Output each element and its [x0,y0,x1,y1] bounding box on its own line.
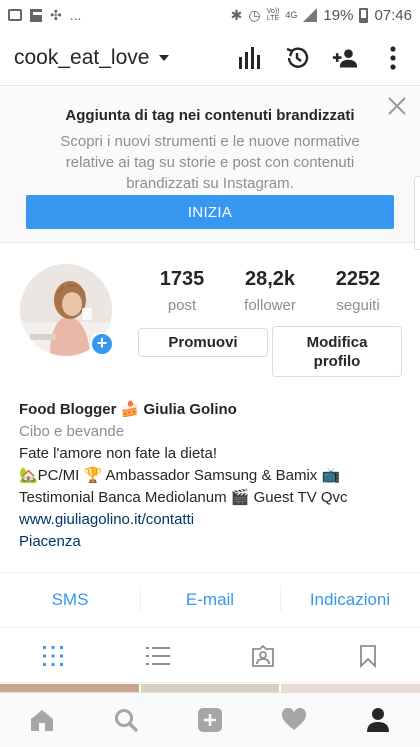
nav-home[interactable] [0,693,84,747]
bottom-navigation [0,692,420,747]
profile-view-tabs [0,629,420,683]
status-more-notifications: ... [69,7,82,23]
status-bar: ✣ ... ✱ ◷ Vo)) LTE 4G 19% 07:46 [0,0,420,30]
followers-count[interactable]: 28,2k follower [226,268,314,314]
history-icon[interactable] [284,45,310,71]
bookmark-icon [359,644,376,668]
grid-icon [42,645,63,666]
start-button[interactable]: INIZIA [26,195,394,229]
tab-grid[interactable] [0,629,105,683]
search-icon [115,709,138,732]
contact-options: SMS E-mail Indicazioni [0,572,420,628]
nav-search[interactable] [84,693,168,747]
bluetooth-icon: ✱ [230,6,243,23]
volte-indicator: Vo)) LTE [266,8,280,22]
email-button[interactable]: E-mail [140,586,280,612]
posts-count[interactable]: 1735 post [138,268,226,314]
website-link[interactable]: www.giuliagolino.it/contatti [19,509,409,531]
tagged-photos-icon [251,644,274,667]
profile-display-name: Food Blogger 🍰 Giulia Golino [19,401,237,418]
add-post-icon [198,708,222,732]
pinwheel-notification-icon: ✣ [50,6,62,23]
promote-button[interactable]: Promuovi [138,328,268,357]
banner-title: Aggiunta di tag nei contenuti brandizzat… [65,107,355,124]
banner-description: Scopri i nuovi strumenti e le nuove norm… [60,133,360,192]
insights-icon[interactable] [236,45,262,71]
nav-activity[interactable] [252,693,336,747]
stat-value: 28,2k [244,268,296,290]
battery-icon [359,7,369,23]
home-icon [31,710,53,731]
battery-percent: 19% [323,6,354,24]
account-switcher-chevron-icon[interactable] [159,54,170,61]
add-story-plus-icon[interactable]: + [90,332,114,356]
tab-list[interactable] [105,629,210,683]
bio-line: Fate l'amore non fate la dieta! [19,445,217,462]
bio-line: 🏡PC/MI 🏆 Ambassador Samsung & Bamix 📺 [19,467,341,484]
profile-category: Cibo e bevande [19,423,125,440]
profile-bio: Food Blogger 🍰 Giulia Golino Cibo e beva… [19,399,409,553]
following-count[interactable]: 2252 seguiti [314,268,402,314]
network-type: 4G [285,9,298,20]
gallery-notification-icon [8,9,22,21]
signal-icon [303,8,318,22]
profile-icon [367,708,389,732]
add-person-icon[interactable] [332,45,358,71]
stat-value: 2252 [335,268,381,290]
stat-label: post [167,297,197,314]
close-icon[interactable] [386,95,408,117]
post-thumbnail[interactable] [0,684,139,692]
location-link[interactable]: Piacenza [19,531,409,553]
alarm-icon: ◷ [248,6,261,23]
list-icon [145,646,170,665]
post-grid-preview [0,684,420,692]
clock: 07:46 [374,6,412,24]
account-username[interactable]: cook_eat_love [14,46,149,70]
edit-profile-button[interactable]: Modifica profilo [272,326,402,377]
nav-profile[interactable] [336,693,420,747]
profile-header: cook_eat_love [0,30,420,86]
directions-button[interactable]: Indicazioni [280,586,420,612]
branded-content-banner: Aggiunta di tag nei contenuti brandizzat… [0,87,420,243]
sms-button[interactable]: SMS [0,590,140,610]
post-thumbnail[interactable] [140,684,280,692]
tab-tagged[interactable] [210,629,315,683]
stat-label: follower [244,297,296,314]
edge-panel-handle[interactable] [414,176,420,250]
heart-icon [281,708,307,730]
bio-line: Testimonial Banca Mediolanum 🎬 Guest TV … [19,489,348,506]
nav-new-post[interactable] [168,693,252,747]
stat-value: 1735 [159,268,205,290]
profile-avatar-container[interactable]: + [20,264,116,356]
more-vertical-icon[interactable] [380,45,406,71]
profile-stats: 1735 post 28,2k follower 2252 seguiti [138,268,402,314]
post-thumbnail[interactable] [281,684,420,692]
stat-label: seguiti [336,297,380,314]
flipboard-notification-icon [30,8,42,22]
tab-saved[interactable] [315,629,420,683]
